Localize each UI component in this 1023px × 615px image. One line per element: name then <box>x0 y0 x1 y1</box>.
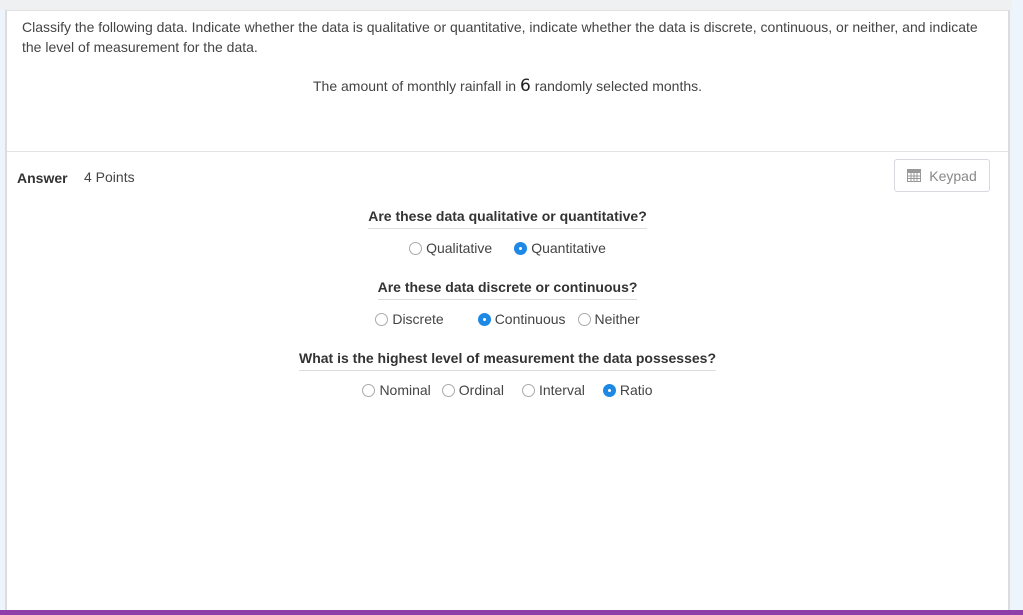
group-title: Are these data qualitative or quantitati… <box>368 208 647 229</box>
radio-nominal[interactable] <box>362 383 376 397</box>
bottom-bar <box>0 610 1023 615</box>
keypad-label: Keypad <box>929 167 977 184</box>
option-nominal[interactable]: Nominal <box>362 382 431 398</box>
prompt-number: 6 <box>519 76 531 96</box>
option-qualitative[interactable]: Qualitative <box>409 240 492 256</box>
option-label: Continuous <box>494 311 566 327</box>
option-continuous[interactable]: Continuous <box>477 311 566 327</box>
option-label: Nominal <box>379 382 431 398</box>
option-label: Discrete <box>392 311 444 327</box>
radio-ratio[interactable] <box>602 383 616 397</box>
radio-discrete[interactable] <box>375 312 389 326</box>
option-ratio[interactable]: Ratio <box>602 382 653 398</box>
option-discrete[interactable]: Discrete <box>375 311 444 327</box>
option-label: Ratio <box>619 382 653 398</box>
question-prompt: The amount of monthly rainfall in 6 rand… <box>22 76 993 96</box>
points-label: 4 Points <box>84 169 135 185</box>
group-title: What is the highest level of measurement… <box>298 350 716 371</box>
calculator-icon <box>907 169 922 182</box>
option-interval[interactable]: Interval <box>521 382 585 398</box>
options-row: Discrete Continuous Neither <box>7 311 1008 327</box>
options-row: Nominal Ordinal Interval Ratio <box>7 382 1008 398</box>
question-group-type: Are these data qualitative or quantitati… <box>7 208 1008 256</box>
group-title: Are these data discrete or continuous? <box>377 279 638 300</box>
radio-quantitative[interactable] <box>514 241 528 255</box>
keypad-button[interactable]: Keypad <box>894 159 990 192</box>
radio-continuous[interactable] <box>477 312 491 326</box>
radio-neither[interactable] <box>577 312 591 326</box>
option-label: Neither <box>594 311 640 327</box>
prompt-text-after: randomly selected months. <box>530 78 703 94</box>
option-ordinal[interactable]: Ordinal <box>441 382 504 398</box>
prompt-text-before: The amount of monthly rainfall in <box>312 78 520 94</box>
answer-label: Answer <box>17 170 68 186</box>
radio-ordinal[interactable] <box>441 383 455 397</box>
option-label: Quantitative <box>531 240 606 256</box>
option-quantitative[interactable]: Quantitative <box>514 240 606 256</box>
question-group-discrete: Are these data discrete or continuous? D… <box>7 279 1008 327</box>
radio-interval[interactable] <box>521 383 535 397</box>
option-label: Qualitative <box>426 240 493 256</box>
question-section: Classify the following data. Indicate wh… <box>7 11 1008 152</box>
option-label: Ordinal <box>458 382 504 398</box>
option-neither[interactable]: Neither <box>577 311 640 327</box>
question-instructions: Classify the following data. Indicate wh… <box>22 19 978 55</box>
question-group-level: What is the highest level of measurement… <box>7 350 1008 398</box>
option-label: Interval <box>538 382 585 398</box>
top-strip <box>0 0 1012 10</box>
radio-qualitative[interactable] <box>409 241 423 255</box>
answer-header: Answer 4 Points Keypad <box>7 152 1008 202</box>
question-panel: Classify the following data. Indicate wh… <box>5 10 1010 610</box>
options-row: Qualitative Quantitative <box>7 240 1008 256</box>
